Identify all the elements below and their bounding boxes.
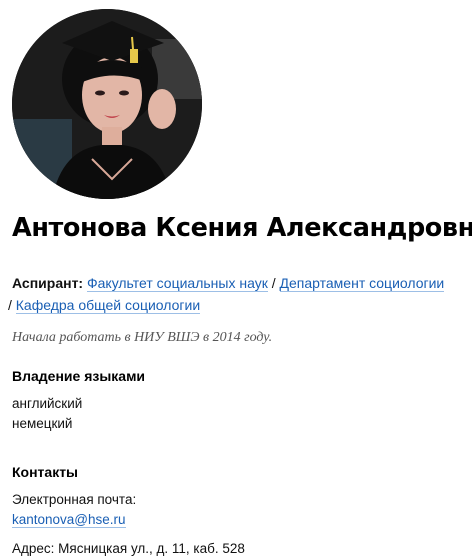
breadcrumb-separator: /	[267, 275, 280, 291]
contacts-block: Электронная почта: kantonova@hse.ru	[12, 490, 136, 530]
contacts-heading: Контакты	[12, 464, 79, 480]
avatar	[12, 9, 202, 199]
position-line: Аспирант: Факультет социальных наук / Де…	[8, 272, 467, 316]
page-title: Антонова Ксения Александровна	[12, 213, 472, 243]
department-link[interactable]: Департамент социологии	[279, 275, 445, 292]
faculty-link[interactable]: Факультет социальных наук	[86, 275, 268, 292]
address: Адрес: Мясницкая ул., д. 11, каб. 528	[12, 541, 245, 556]
chair-link[interactable]: Кафедра общей социологии	[15, 297, 201, 314]
breadcrumb-separator: /	[8, 297, 16, 313]
email-label: Электронная почта:	[12, 492, 137, 507]
languages-heading: Владение языками	[12, 368, 146, 384]
language-item: английский	[12, 396, 83, 411]
employment-note: Начала работать в НИУ ВШЭ в 2014 году.	[12, 330, 273, 345]
language-item: немецкий	[12, 416, 73, 431]
languages-list: английский немецкий	[12, 394, 82, 434]
role-label: Аспирант:	[12, 275, 84, 291]
email-link[interactable]: kantonova@hse.ru	[12, 512, 126, 528]
profile-photo	[12, 9, 202, 199]
